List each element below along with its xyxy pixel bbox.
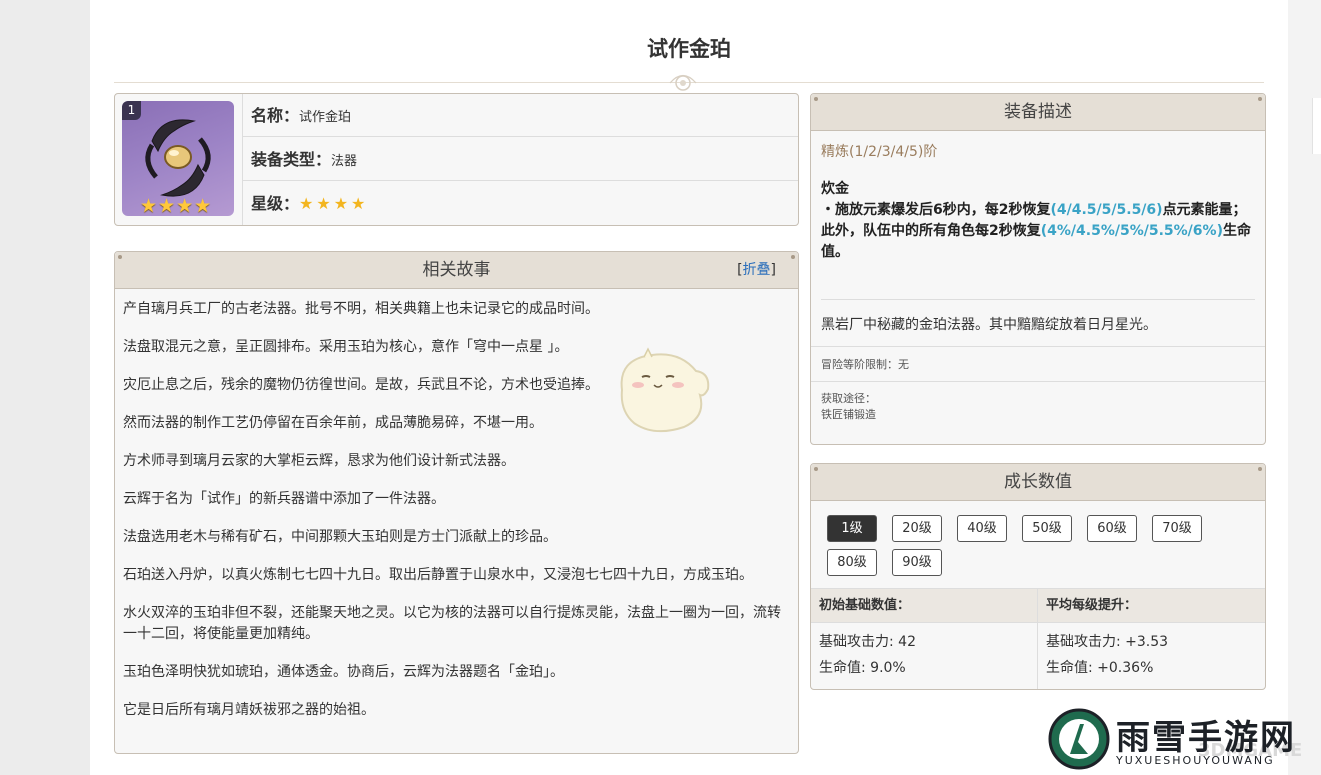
energy-values: (4/4.5/5/5.5/6): [1050, 202, 1163, 218]
skill-block: 炊金 ・施放元素爆发后6秒内，每2秒恢复(4/4.5/5/5.5/6)点元素能量…: [811, 161, 1265, 263]
flavor-text: 黑岩厂中秘藏的金珀法器。其中黯黯绽放着日月星光。: [811, 300, 1265, 347]
source-block: 获取途径： 铁匠铺锻造: [811, 382, 1265, 423]
level-button-60[interactable]: 60级: [1087, 515, 1137, 542]
story-paragraph: 石珀送入丹炉，以真火炼制七七四十九日。取出后静置于山泉水中，又浸泡七七四十九日，…: [123, 567, 753, 583]
level-button-80[interactable]: 80级: [827, 549, 877, 576]
star-row: 星级：★★★★: [243, 182, 798, 225]
story-panel: 相关故事 [折叠] 产自璃月兵工厂的古老法器。批号不明，相关典籍上也未记录它的成…: [114, 251, 799, 754]
level-selector: 1级 20级 40级 50级 60级 70级 80级 90级: [827, 515, 1247, 583]
level-button-1[interactable]: 1级: [827, 515, 877, 542]
level-button-40[interactable]: 40级: [957, 515, 1007, 542]
site-logo-icon: [1048, 708, 1110, 770]
type-label: 装备类型：: [251, 150, 332, 169]
growth-title: 成长数值: [1004, 472, 1072, 492]
avg-growth: 基础攻击力: +3.53 生命值: +0.36%: [1046, 629, 1168, 681]
stat-table-body: 基础攻击力: 42 生命值: 9.0% 基础攻击力: +3.53 生命值: +0…: [811, 623, 1265, 689]
level-button-70[interactable]: 70级: [1152, 515, 1202, 542]
page-title: 试作金珀: [647, 37, 731, 61]
name-label: 名称：: [251, 106, 300, 125]
stat-table: 初始基础数值： 平均每级提升： 基础攻击力: 42 生命值: 9.0% 基础攻击…: [811, 588, 1265, 689]
story-paragraph: 产自璃月兵工厂的古老法器。批号不明，相关典籍上也未记录它的成品时间。: [123, 301, 599, 317]
level-button-90[interactable]: 90级: [892, 549, 942, 576]
equip-desc-title: 装备描述: [1004, 102, 1072, 122]
icon-star-rating: ★★★★: [140, 195, 213, 216]
base-stats: 基础攻击力: 42 生命值: 9.0%: [819, 629, 916, 681]
level-button-50[interactable]: 50级: [1022, 515, 1072, 542]
fold-toggle[interactable]: [折叠]: [737, 252, 776, 288]
type-row: 装备类型：法器: [243, 138, 798, 181]
item-name: 试作金珀: [299, 110, 352, 125]
growth-header: 成长数值: [811, 464, 1265, 501]
item-type: 法器: [331, 154, 358, 169]
equip-desc-panel: 装备描述 精炼(1/2/3/4/5)阶 炊金 ・施放元素爆发后6秒内，每2秒恢复…: [810, 93, 1266, 445]
story-title: 相关故事: [422, 260, 491, 280]
item-icon-cell: 1 ★★★★: [115, 94, 243, 225]
story-paragraph: 水火双淬的玉珀非但不裂，还能聚天地之灵。以它为核的法器可以自行提炼灵能，法盘上一…: [123, 605, 781, 642]
equip-desc-header: 装备描述: [811, 94, 1265, 131]
fold-link[interactable]: 折叠: [743, 262, 771, 278]
source-value: 铁匠铺锻造: [821, 408, 876, 421]
item-info-panel: 1 ★★★★ 名称：试作金珀 装备类型：法器 星级：★★★★: [114, 93, 799, 226]
base-stats-header: 初始基础数值：: [819, 598, 911, 613]
watermark-en: YUXUESHOUYOUWANG: [1116, 754, 1275, 767]
story-paragraph: 玉珀色泽明快犹如琥珀，通体透金。协商后，云辉为法器题名「金珀」。: [123, 664, 564, 680]
avg-hp: 生命值: +0.36%: [1046, 660, 1154, 676]
mascot-sticker-icon: [620, 347, 710, 433]
site-watermark: 3DMGAME 雨雪手游网 YUXUESHOUYOUWANG: [1048, 708, 1318, 774]
level-button-20[interactable]: 20级: [892, 515, 942, 542]
adventure-rank-limit: 冒险等阶限制：无: [811, 347, 1265, 382]
story-paragraph: 它是日后所有璃月靖妖祓邪之器的始祖。: [123, 702, 375, 718]
story-header: 相关故事 [折叠]: [115, 252, 798, 289]
column-divider: [1037, 589, 1038, 689]
star-label: 星级：: [251, 194, 300, 213]
skill-desc: ・施放元素爆发后6秒内，每2秒恢复(4/4.5/5/5.5/6)点元素能量；此外…: [821, 202, 1251, 260]
star-rating: ★★★★: [299, 194, 369, 213]
growth-panel: 成长数值 1级 20级 40级 50级 60级 70级 80级 90级 初始基础数值： 平均每…: [810, 463, 1266, 690]
avg-growth-header: 平均每级提升：: [1046, 598, 1138, 613]
base-atk: 基础攻击力: 42: [819, 634, 916, 650]
stat-table-header: 初始基础数值： 平均每级提升：: [811, 589, 1265, 623]
story-paragraph: 法盘选用老木与稀有矿石，中间那颗大玉珀则是方士门派献上的珍品。: [123, 529, 557, 545]
refine-levels: 精炼(1/2/3/4/5)阶: [821, 144, 938, 160]
ornament-icon: [669, 74, 697, 91]
watermark-cn: 雨雪手游网: [1116, 718, 1296, 758]
source-label: 获取途径：: [821, 392, 876, 405]
story-paragraph: 云辉于名为「试作」的新兵器谱中添加了一件法器。: [123, 491, 445, 507]
scroll-edge: [1288, 0, 1321, 775]
base-hp: 生命值: 9.0%: [819, 660, 906, 676]
avg-atk: 基础攻击力: +3.53: [1046, 634, 1169, 650]
name-row: 名称：试作金珀: [243, 94, 798, 137]
catalyst-icon: 1 ★★★★: [122, 101, 234, 216]
skill-name: 炊金: [821, 181, 849, 197]
hp-values: (4%/4.5%/5%/5.5%/6%): [1040, 223, 1223, 239]
story-paragraph: 方术师寻到璃月云家的大掌柜云辉，恳求为他们设计新式法器。: [123, 453, 515, 469]
